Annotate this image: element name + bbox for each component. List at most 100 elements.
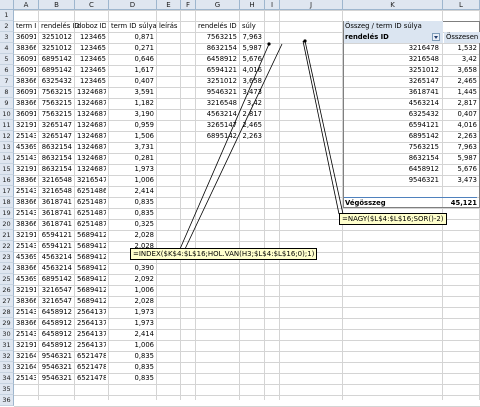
- pivot-row-id[interactable]: 3265147: [345, 76, 439, 87]
- cell-doboz-id[interactable]: 2564137: [77, 318, 106, 329]
- header-leiras[interactable]: leírás: [159, 21, 178, 32]
- cell-term-id-sulya[interactable]: 0,835: [111, 197, 154, 208]
- pivot-row-id[interactable]: 7563215: [345, 142, 439, 153]
- cell-doboz-id[interactable]: 6251487: [77, 208, 106, 219]
- pivot-row-value[interactable]: 1,532: [444, 43, 477, 54]
- row-header[interactable]: 36: [0, 395, 14, 406]
- cell-rendeles-id[interactable]: 3618741: [41, 208, 72, 219]
- cell-rendeles-id[interactable]: 9546321: [41, 362, 72, 373]
- column-header[interactable]: A: [14, 0, 39, 10]
- cell-term-id-sulya[interactable]: 0,646: [111, 54, 154, 65]
- cell-rendeles-id[interactable]: 3216548: [41, 175, 72, 186]
- cell-term-id-sulya[interactable]: 3,731: [111, 142, 154, 153]
- row-header[interactable]: 4: [0, 43, 14, 54]
- row-header[interactable]: 26: [0, 285, 14, 296]
- pivot-row-id[interactable]: 6594121: [345, 120, 439, 131]
- pivot-row-id[interactable]: 9546321: [345, 175, 439, 186]
- cell-doboz-id[interactable]: 1324687: [77, 87, 106, 98]
- column-header[interactable]: C: [75, 0, 109, 10]
- cell-doboz-id[interactable]: 5689412: [77, 241, 106, 252]
- row-header[interactable]: 13: [0, 142, 14, 153]
- pivot-row-id[interactable]: 3251012: [345, 65, 439, 76]
- row-header[interactable]: 15: [0, 164, 14, 175]
- cell-rendeles-id[interactable]: 6458912: [41, 340, 72, 351]
- row-header[interactable]: 33: [0, 362, 14, 373]
- cell-doboz-id[interactable]: 123465: [77, 65, 106, 76]
- row-header[interactable]: 11: [0, 120, 14, 131]
- cell-rendeles-id[interactable]: 6458912: [41, 329, 72, 340]
- row-header[interactable]: 29: [0, 318, 14, 329]
- cell-term-id[interactable]: 360911: [16, 32, 36, 43]
- cell-doboz-id[interactable]: 5689412: [77, 230, 106, 241]
- pivot-row-value[interactable]: 5,987: [444, 153, 477, 164]
- cell-term-id[interactable]: 453699: [16, 274, 36, 285]
- cell-term-id-sulya[interactable]: 0,835: [111, 208, 154, 219]
- cell-term-id-sulya[interactable]: 0,835: [111, 362, 154, 373]
- pivot-grand-total-label[interactable]: Végösszeg: [344, 197, 443, 209]
- cell-doboz-id[interactable]: 6251487: [77, 219, 106, 230]
- cell-g-rendeles-id[interactable]: 3265147: [198, 120, 237, 131]
- row-header[interactable]: 5: [0, 54, 14, 65]
- cell-term-id[interactable]: 38366: [16, 219, 36, 230]
- pivot-row-id[interactable]: 4563214: [345, 98, 439, 109]
- row-header[interactable]: 25: [0, 274, 14, 285]
- cell-term-id[interactable]: 251436: [16, 208, 36, 219]
- cell-doboz-id[interactable]: 1324687: [77, 98, 106, 109]
- cell-term-id[interactable]: 38366: [16, 296, 36, 307]
- cell-term-id[interactable]: 453699: [16, 252, 36, 263]
- cell-rendeles-id[interactable]: 7563215: [41, 98, 72, 109]
- cell-doboz-id[interactable]: 5689412: [77, 296, 106, 307]
- cell-g-rendeles-id[interactable]: 3216548: [198, 98, 237, 109]
- cell-term-id-sulya[interactable]: 0,281: [111, 153, 154, 164]
- cell-h-suly[interactable]: 2,465: [242, 120, 262, 131]
- cell-term-id-sulya[interactable]: 1,973: [111, 318, 154, 329]
- pivot-row-id[interactable]: 3216548: [345, 54, 439, 65]
- column-header[interactable]: E: [157, 0, 181, 10]
- cell-term-id-sulya[interactable]: 1,006: [111, 175, 154, 186]
- cell-doboz-id[interactable]: 123465: [77, 76, 106, 87]
- pivot-row-value[interactable]: 5,676: [444, 164, 477, 175]
- pivot-row-id[interactable]: 6325432: [345, 109, 439, 120]
- row-header[interactable]: 34: [0, 373, 14, 384]
- cell-h-suly[interactable]: 3,658: [242, 76, 262, 87]
- cell-rendeles-id[interactable]: 4563214: [41, 263, 72, 274]
- header-term-id-sulya[interactable]: term ID súlya: [111, 21, 161, 32]
- cell-term-id-sulya[interactable]: 2,092: [111, 274, 154, 285]
- cell-doboz-id[interactable]: 1324687: [77, 120, 106, 131]
- cell-doboz-id[interactable]: 1324687: [77, 164, 106, 175]
- column-header[interactable]: D: [109, 0, 157, 10]
- column-header[interactable]: J: [280, 0, 343, 10]
- cell-term-id-sulya[interactable]: 1,617: [111, 65, 154, 76]
- cell-term-id-sulya[interactable]: 1,973: [111, 307, 154, 318]
- cell-term-id-sulya[interactable]: 3,591: [111, 87, 154, 98]
- cell-doboz-id[interactable]: 1324687: [77, 131, 106, 142]
- cell-term-id-sulya[interactable]: 0,835: [111, 351, 154, 362]
- cell-h-suly[interactable]: 7,963: [242, 32, 262, 43]
- cell-term-id[interactable]: 453699: [16, 142, 36, 153]
- column-header[interactable]: K: [343, 0, 443, 10]
- cell-term-id-sulya[interactable]: 0,271: [111, 43, 154, 54]
- cell-term-id[interactable]: 3219141: [16, 230, 36, 241]
- row-header[interactable]: 1: [0, 10, 14, 21]
- cell-term-id[interactable]: 360911: [16, 54, 36, 65]
- pivot-row-value[interactable]: 2,263: [444, 131, 477, 142]
- column-header[interactable]: L: [443, 0, 480, 10]
- pivot-row-id[interactable]: 6895142: [345, 131, 439, 142]
- row-header[interactable]: 24: [0, 263, 14, 274]
- cell-doboz-id[interactable]: 1324687: [77, 109, 106, 120]
- row-label-filter-dropdown[interactable]: [432, 33, 440, 41]
- cell-doboz-id[interactable]: 123465: [77, 54, 106, 65]
- cell-doboz-id[interactable]: 6521478: [77, 362, 106, 373]
- row-header[interactable]: 14: [0, 153, 14, 164]
- pivot-row-id[interactable]: 3216478: [345, 43, 439, 54]
- cell-term-id[interactable]: 360911: [16, 65, 36, 76]
- row-header[interactable]: 23: [0, 252, 14, 263]
- row-header[interactable]: 3: [0, 32, 14, 43]
- cell-rendeles-id[interactable]: 3216548: [41, 186, 72, 197]
- cell-g-rendeles-id[interactable]: 3251012: [198, 76, 237, 87]
- row-header[interactable]: 7: [0, 76, 14, 87]
- cell-term-id-sulya[interactable]: 1,006: [111, 285, 154, 296]
- pivot-row-value[interactable]: 3,658: [444, 65, 477, 76]
- row-header[interactable]: 2: [0, 21, 14, 32]
- cell-doboz-id[interactable]: 123465: [77, 43, 106, 54]
